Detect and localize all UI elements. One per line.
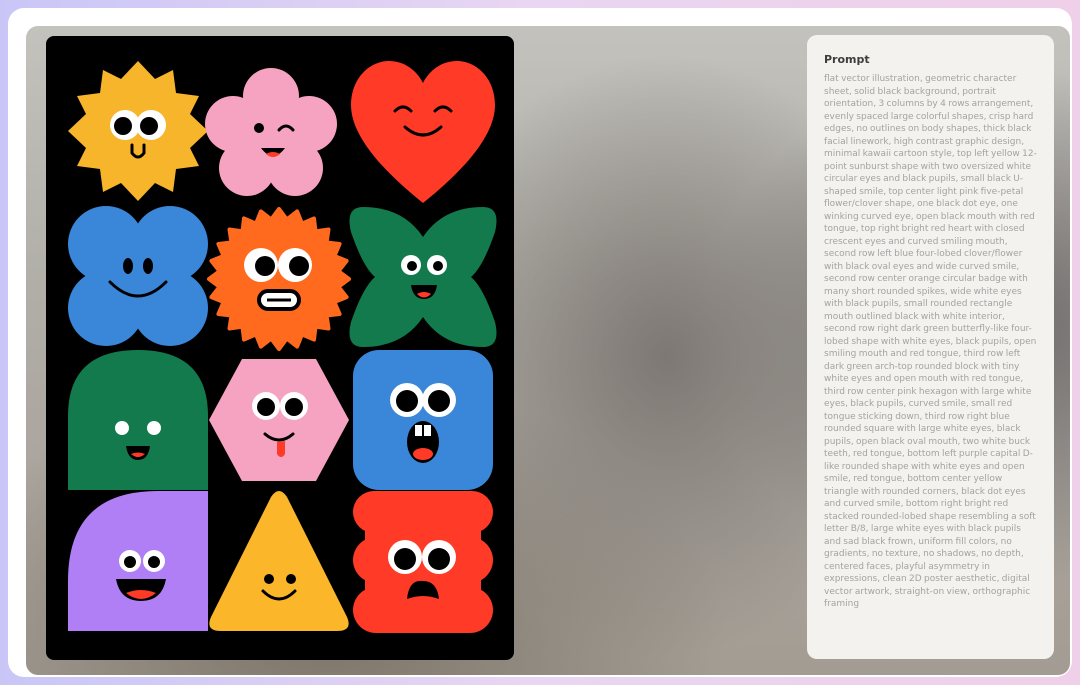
flower-character (205, 68, 337, 196)
butterfly-body (349, 207, 497, 347)
prompt-panel: Prompt flat vector illustration, geometr… (807, 35, 1054, 659)
lobed-b-character (353, 491, 493, 633)
prompt-title: Prompt (824, 53, 870, 66)
sunburst-character (68, 61, 208, 201)
window-frame: Prompt flat vector illustration, geometr… (8, 8, 1072, 677)
heart-character (351, 61, 495, 203)
square-body (353, 350, 493, 490)
triangle-character (209, 491, 349, 631)
hexagon-body (209, 359, 349, 481)
butterfly-character (349, 207, 497, 347)
character-sheet (68, 61, 497, 633)
heart-body (351, 61, 495, 203)
hexagon-character (209, 359, 349, 481)
arch-body (68, 350, 208, 490)
generated-image[interactable] (46, 36, 514, 660)
prompt-text[interactable]: flat vector illustration, geometric char… (824, 73, 1037, 611)
preview-viewport: Prompt flat vector illustration, geometr… (26, 26, 1070, 675)
rounded-square-character (353, 350, 493, 490)
arch-character (68, 350, 208, 490)
spiky-badge-character (207, 207, 351, 351)
triangle-body (209, 491, 349, 631)
d-shape-character (68, 491, 208, 631)
spiky-badge-body (207, 207, 351, 351)
clover-character (68, 206, 208, 346)
